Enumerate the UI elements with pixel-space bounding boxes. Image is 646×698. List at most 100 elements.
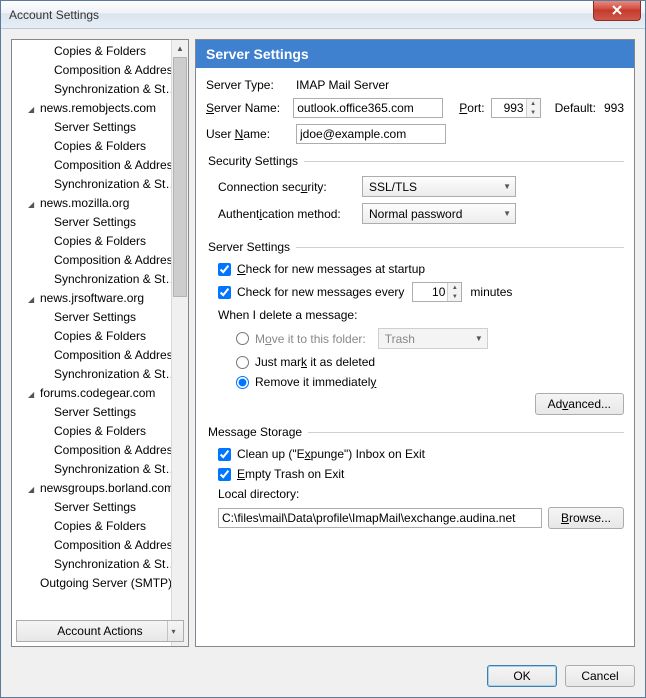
cancel-button-label: Cancel [581,669,618,683]
tree-item[interactable]: Server Settings [12,403,188,422]
tree-item[interactable]: Outgoing Server (SMTP) [12,574,188,593]
port-spinner[interactable]: ▲▼ [491,98,541,118]
remove-immediately-label: Remove it immediately [255,375,376,389]
message-storage-legend: Message Storage [206,425,308,439]
tree-item[interactable]: Server Settings [12,498,188,517]
check-startup-label: Check for new messages at startup [237,262,425,276]
tree-item[interactable]: Synchronization & Stor... [12,460,188,479]
tree-item[interactable]: Composition & Addres... [12,346,188,365]
connection-security-label: Connection security: [218,180,362,194]
tree-item[interactable]: Copies & Folders [12,327,188,346]
spinner-down-icon[interactable]: ▼ [448,292,461,301]
user-name-label: User Name: [206,127,296,141]
connection-security-select[interactable]: SSL/TLS ▼ [362,176,516,197]
server-settings-group: Server Settings Check for new messages a… [206,240,624,415]
port-input[interactable] [492,99,526,117]
tree-item[interactable]: Composition & Addres... [12,251,188,270]
spinner-up-icon[interactable]: ▲ [527,99,540,108]
check-every-suffix: minutes [470,285,512,299]
tree-item[interactable]: news.mozilla.org [12,194,188,213]
server-name-input[interactable] [293,98,443,118]
tree-item[interactable]: forums.codegear.com [12,384,188,403]
content-area: Copies & FoldersComposition & Addres...S… [1,29,645,697]
security-settings-legend: Security Settings [206,154,304,168]
server-name-label: Server Name: [206,101,293,115]
check-every-checkbox[interactable] [218,286,231,299]
expunge-checkbox[interactable] [218,448,231,461]
tree-item[interactable]: Synchronization & Stor... [12,555,188,574]
chevron-down-icon: ▼ [475,334,483,343]
tree-item[interactable]: newsgroups.borland.com [12,479,188,498]
tree-item[interactable]: Composition & Addres... [12,156,188,175]
tree-item[interactable]: Server Settings [12,213,188,232]
check-every-input[interactable] [413,283,447,301]
server-type-value: IMAP Mail Server [296,78,389,92]
account-tree[interactable]: Copies & FoldersComposition & Addres...S… [12,40,188,616]
account-actions-button[interactable]: Account Actions ▾ [16,620,184,642]
advanced-button[interactable]: Advanced... [535,393,624,415]
check-every-spinner[interactable]: ▲▼ [412,282,462,302]
check-every-prefix: Check for new messages every [237,285,404,299]
titlebar[interactable]: Account Settings [1,1,645,29]
tree-item[interactable]: Synchronization & Stor... [12,175,188,194]
tree-item[interactable]: Copies & Folders [12,232,188,251]
tree-item[interactable]: Server Settings [12,118,188,137]
expunge-label: Clean up ("Expunge") Inbox on Exit [237,447,425,461]
browse-button[interactable]: Browse... [548,507,624,529]
port-label: Port: [459,101,484,115]
move-folder-label: Move it to this folder: [255,332,366,346]
move-folder-select: Trash ▼ [378,328,488,349]
scroll-thumb[interactable] [173,57,187,297]
check-startup-checkbox[interactable] [218,263,231,276]
account-actions-label: Account Actions [57,624,142,638]
tree-item[interactable]: Copies & Folders [12,42,188,61]
browse-button-label: Browse... [561,511,611,525]
tree-item[interactable]: Server Settings [12,308,188,327]
tree-item[interactable]: Synchronization & Stor... [12,270,188,289]
tree-item[interactable]: Synchronization & Stor... [12,365,188,384]
default-port-label: Default: [555,101,596,115]
tree-item[interactable]: news.jrsoftware.org [12,289,188,308]
local-directory-input[interactable] [218,508,542,528]
server-type-label: Server Type: [206,78,296,92]
tree-item[interactable]: Copies & Folders [12,137,188,156]
dialog-footer: OK Cancel [11,655,635,687]
user-name-input[interactable] [296,124,446,144]
dropdown-icon: ▾ [167,621,179,641]
empty-trash-label: Empty Trash on Exit [237,467,344,481]
ok-button[interactable]: OK [487,665,557,687]
tree-item[interactable]: Composition & Addres... [12,441,188,460]
server-settings-panel: Server Settings Server Type: IMAP Mail S… [195,39,635,647]
tree-item[interactable]: Composition & Addres... [12,536,188,555]
tree-item[interactable]: news.remobjects.com [12,99,188,118]
sidebar-scrollbar[interactable]: ▲ ▼ [171,40,188,646]
account-tree-panel: Copies & FoldersComposition & Addres...S… [11,39,189,647]
mark-deleted-label: Just mark it as deleted [255,355,375,369]
remove-immediately-radio[interactable] [236,376,249,389]
tree-item[interactable]: Copies & Folders [12,422,188,441]
tree-item[interactable]: Composition & Addres... [12,61,188,80]
close-icon [612,5,622,15]
chevron-down-icon: ▼ [503,182,511,191]
move-folder-radio[interactable] [236,332,249,345]
auth-method-select[interactable]: Normal password ▼ [362,203,516,224]
auth-method-value: Normal password [369,207,462,221]
default-port-value: 993 [604,101,624,115]
spinner-down-icon[interactable]: ▼ [527,108,540,117]
security-settings-group: Security Settings Connection security: S… [206,154,624,230]
close-button[interactable] [593,1,641,21]
scroll-up-arrow[interactable]: ▲ [172,40,188,57]
cancel-button[interactable]: Cancel [565,665,635,687]
advanced-button-label: Advanced... [548,397,611,411]
server-settings-legend: Server Settings [206,240,296,254]
ok-button-label: OK [513,669,530,683]
mark-deleted-radio[interactable] [236,356,249,369]
chevron-down-icon: ▼ [503,209,511,218]
spinner-up-icon[interactable]: ▲ [448,283,461,292]
panel-header: Server Settings [196,40,634,68]
tree-item[interactable]: Copies & Folders [12,517,188,536]
auth-method-label: Authentication method: [218,207,362,221]
tree-item[interactable]: Synchronization & Stor... [12,80,188,99]
empty-trash-checkbox[interactable] [218,468,231,481]
message-storage-group: Message Storage Clean up ("Expunge") Inb… [206,425,624,529]
